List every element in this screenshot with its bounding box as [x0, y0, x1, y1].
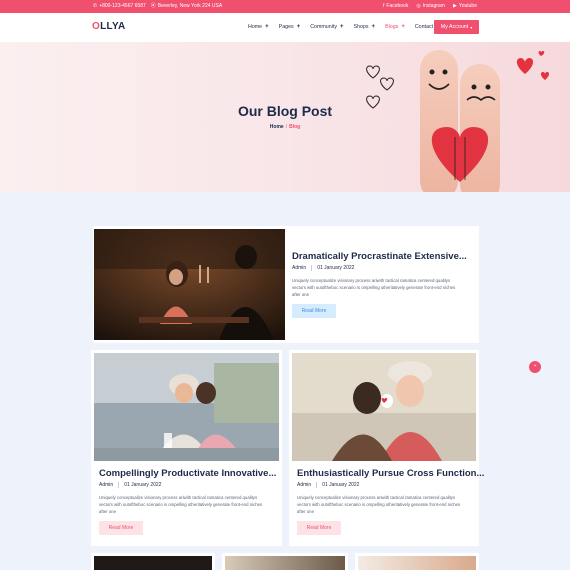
post-meta: Admin 01 January 2022	[292, 265, 354, 271]
meta-divider	[311, 265, 313, 271]
map-pin-icon: ⦿	[150, 2, 156, 9]
page-banner: Our Blog Post Home / Blog	[0, 42, 570, 192]
chevron-up-icon: ⌃	[532, 364, 538, 371]
phone-contact[interactable]: ✆ +800-123-4567 6587	[93, 3, 146, 9]
nav-item-community[interactable]: Community +	[310, 24, 343, 30]
post-meta: Admin 01 January 2022	[99, 482, 161, 488]
facebook-label: Facebook	[386, 3, 409, 9]
meta-divider	[118, 482, 120, 488]
caret-down-icon: ▾	[470, 24, 473, 30]
post-excerpt: Uniquely conceptualize visionary process…	[292, 278, 456, 297]
plus-icon: +	[265, 24, 269, 30]
nav-item-contact[interactable]: Contact	[415, 24, 433, 30]
post-title[interactable]: Compellingly Productivate Innovative...	[99, 468, 276, 479]
post-date: 01 January 2022	[124, 482, 162, 488]
top-bar: ✆ +800-123-4567 6587 ⦿ Beverley, New Yor…	[0, 0, 570, 13]
blog-card: Compellingly Productivate Innovative... …	[91, 350, 282, 546]
post-date: 01 January 2022	[317, 265, 355, 271]
plus-icon: +	[401, 24, 405, 30]
phone-number: +800-123-4567 6587	[99, 3, 146, 9]
blog-image-partial[interactable]	[225, 556, 345, 570]
nav-label: Contact	[414, 24, 434, 30]
post-author[interactable]: Admin	[297, 482, 311, 488]
main-nav: Home + Pages + Community + Shops + Blogs + Co…	[248, 24, 433, 30]
blog-card: Enthusiastically Pursue Cross Function..…	[289, 350, 484, 546]
read-more-button[interactable]: Read More	[297, 521, 341, 535]
facebook-link[interactable]: f Facebook	[383, 3, 408, 9]
breadcrumb: Home / Blog	[0, 124, 570, 130]
plus-icon: +	[340, 24, 344, 30]
blog-card-partial	[355, 553, 479, 570]
blog-card-partial	[91, 553, 215, 570]
page-title: Our Blog Post	[237, 103, 333, 119]
nav-item-home[interactable]: Home +	[248, 24, 269, 30]
blog-image-partial[interactable]	[358, 556, 476, 570]
blog-image-dinner-date[interactable]	[94, 229, 285, 340]
account-label: My Account	[440, 24, 469, 30]
nav-label: Pages	[278, 24, 294, 30]
address-text: Beverley, New York 224 USA	[157, 3, 223, 9]
post-meta: Admin 01 January 2022	[297, 482, 359, 488]
logo-accent: O	[92, 21, 101, 32]
nav-item-shops[interactable]: Shops +	[354, 24, 376, 30]
meta-divider	[316, 482, 318, 488]
post-title[interactable]: Dramatically Procrastinate Extensive...	[292, 251, 467, 262]
instagram-label: Instagram	[422, 3, 445, 9]
blog-card-featured: Dramatically Procrastinate Extensive... …	[93, 226, 479, 343]
facebook-icon: f	[383, 2, 385, 9]
breadcrumb-current: Blog	[289, 124, 301, 130]
nav-label: Home	[248, 24, 263, 30]
nav-item-pages[interactable]: Pages +	[279, 24, 301, 30]
logo-text: LLYA	[100, 21, 126, 32]
youtube-icon: ▶	[452, 2, 457, 9]
post-excerpt: Uniquely conceptualize visionary process…	[297, 495, 461, 514]
blog-image-cafe-couple[interactable]	[94, 353, 279, 461]
site-header: OLLYA Home + Pages + Community + Shops + Blo…	[0, 13, 570, 42]
post-title[interactable]: Enthusiastically Pursue Cross Function..…	[297, 468, 484, 479]
instagram-icon: ◎	[416, 2, 421, 9]
blog-image-partial[interactable]	[94, 556, 212, 570]
address-contact: ⦿ Beverley, New York 224 USA	[151, 3, 222, 9]
post-author[interactable]: Admin	[292, 265, 306, 271]
youtube-link[interactable]: ▶ Youtube	[453, 3, 477, 9]
nav-label: Blogs	[385, 24, 399, 30]
post-excerpt: Uniquely conceptualize visionary process…	[99, 495, 263, 514]
plus-icon: +	[296, 24, 301, 30]
scroll-to-top-button[interactable]: ⌃	[529, 361, 541, 373]
post-author[interactable]: Admin	[99, 482, 113, 488]
youtube-label: Youtube	[458, 3, 477, 9]
read-more-button[interactable]: Read More	[292, 304, 336, 318]
my-account-button[interactable]: My Account ▾	[434, 20, 479, 34]
breadcrumb-separator: /	[285, 124, 288, 130]
breadcrumb-home[interactable]: Home	[270, 124, 284, 130]
read-more-button[interactable]: Read More	[99, 521, 143, 535]
plus-icon: +	[371, 24, 376, 30]
blog-card-partial	[222, 553, 348, 570]
post-date: 01 January 2022	[322, 482, 360, 488]
nav-item-blogs[interactable]: Blogs +	[385, 24, 405, 30]
blog-image-winter-couple[interactable]	[292, 353, 476, 461]
nav-label: Shops	[353, 24, 369, 30]
phone-icon: ✆	[93, 2, 98, 9]
site-logo[interactable]: OLLYA	[92, 21, 126, 32]
nav-label: Community	[310, 24, 337, 30]
instagram-link[interactable]: ◎ Instagram	[416, 3, 445, 9]
